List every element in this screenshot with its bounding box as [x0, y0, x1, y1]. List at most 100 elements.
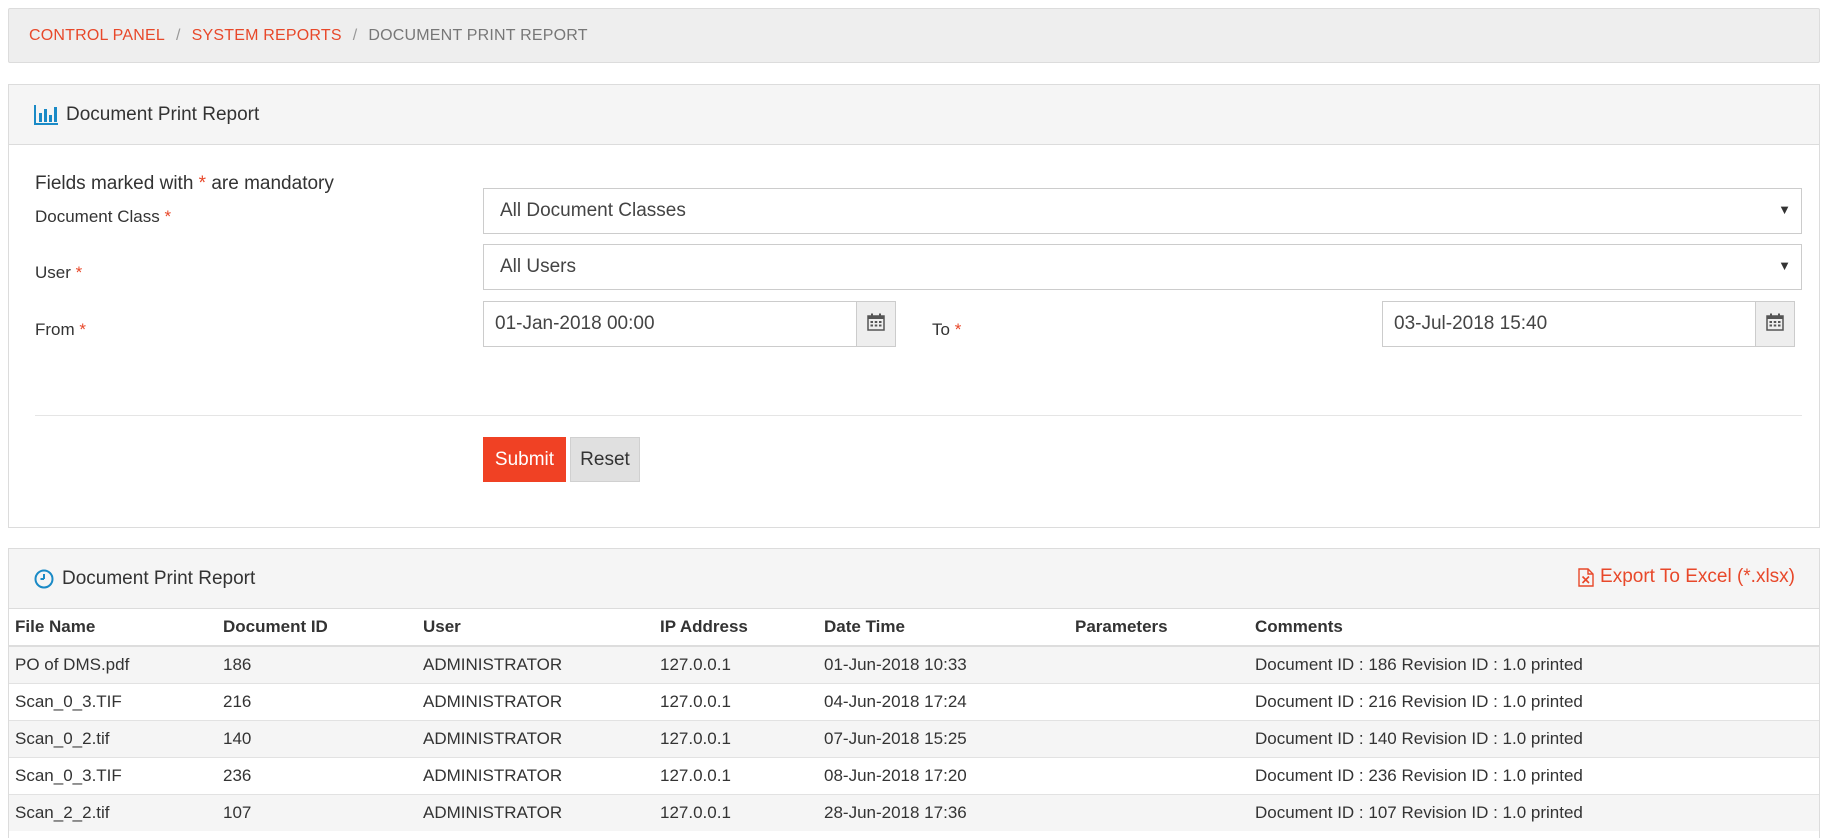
from-calendar-button[interactable]	[856, 301, 896, 347]
cell-user: ADMINISTRATOR	[417, 719, 654, 757]
form-divider	[35, 415, 1802, 416]
breadcrumb: CONTROL PANEL / SYSTEM REPORTS / DOCUMEN…	[8, 8, 1820, 63]
cell-user: ADMINISTRATOR	[417, 793, 654, 831]
cell-file-name: Scan_2_2.tif	[9, 793, 217, 831]
cell-ip-address: 127.0.0.1	[654, 719, 818, 757]
required-star: *	[198, 173, 207, 194]
cell-parameters	[1069, 756, 1249, 794]
cell-comments: Document ID : 236 Revision ID : 1.0 prin…	[1249, 756, 1819, 794]
from-date-group: 01-Jan-2018 00:00	[483, 301, 896, 347]
cell-parameters	[1069, 793, 1249, 831]
cell-user: ADMINISTRATOR	[417, 682, 654, 720]
caret-down-icon: ▼	[1778, 258, 1791, 273]
column-header-parameters[interactable]: Parameters	[1069, 609, 1249, 647]
cell-parameters	[1069, 645, 1249, 683]
cell-document-id: 107	[217, 793, 417, 831]
print-report-table: File Name Document ID User IP Address Date T…	[9, 609, 1819, 831]
table-header-row: File Name Document ID User IP Address Date T…	[9, 609, 1819, 647]
from-label: From *	[35, 320, 86, 340]
cell-comments: Document ID : 140 Revision ID : 1.0 prin…	[1249, 719, 1819, 757]
cell-file-name: PO of DMS.pdf	[9, 645, 217, 683]
caret-down-icon: ▼	[1778, 202, 1791, 217]
cell-date-time: 28-Jun-2018 17:36	[818, 793, 1069, 831]
to-label-text: To	[932, 320, 950, 339]
calendar-icon	[1766, 313, 1784, 336]
column-header-comments[interactable]: Comments	[1249, 609, 1819, 647]
mandatory-note-suffix: are mandatory	[211, 173, 334, 194]
export-excel-link[interactable]: Export To Excel (*.xlsx)	[1578, 566, 1795, 588]
reset-button[interactable]: Reset	[570, 437, 640, 482]
panel-heading: Document Print Report	[9, 85, 1819, 145]
cell-comments: Document ID : 107 Revision ID : 1.0 prin…	[1249, 793, 1819, 831]
cell-document-id: 236	[217, 756, 417, 794]
breadcrumb-separator: /	[175, 26, 181, 44]
column-header-user[interactable]: User	[417, 609, 654, 647]
cell-user: ADMINISTRATOR	[417, 756, 654, 794]
cell-ip-address: 127.0.0.1	[654, 682, 818, 720]
cell-parameters	[1069, 682, 1249, 720]
from-date-value: 01-Jan-2018 00:00	[495, 313, 655, 334]
cell-ip-address: 127.0.0.1	[654, 645, 818, 683]
user-value: All Users	[500, 256, 577, 277]
cell-date-time: 01-Jun-2018 10:33	[818, 645, 1069, 683]
document-class-value: All Document Classes	[500, 200, 686, 221]
table-row[interactable]: PO of DMS.pdf 186 ADMINISTRATOR 127.0.0.1 01…	[9, 645, 1819, 683]
user-label-text: User	[35, 263, 71, 282]
report-results-panel: Document Print Report Export To Excel (*…	[8, 548, 1820, 838]
from-date-input[interactable]: 01-Jan-2018 00:00	[483, 301, 856, 347]
document-class-select[interactable]: All Document Classes ▼	[483, 188, 1802, 234]
column-header-document-id[interactable]: Document ID	[217, 609, 417, 647]
cell-file-name: Scan_0_3.TIF	[9, 756, 217, 794]
cell-date-time: 08-Jun-2018 17:20	[818, 756, 1069, 794]
from-label-text: From	[35, 320, 75, 339]
panel-title: Document Print Report	[66, 103, 260, 125]
calendar-icon	[867, 313, 885, 336]
clock-icon	[34, 569, 54, 589]
column-header-ip-address[interactable]: IP Address	[654, 609, 818, 647]
user-label: User *	[35, 263, 82, 283]
export-excel-label: Export To Excel (*.xlsx)	[1600, 566, 1795, 587]
to-date-input[interactable]: 03-Jul-2018 15:40	[1382, 301, 1755, 347]
excel-file-icon	[1578, 567, 1594, 587]
cell-file-name: Scan_0_3.TIF	[9, 682, 217, 720]
cell-date-time: 04-Jun-2018 17:24	[818, 682, 1069, 720]
submit-button[interactable]: Submit	[483, 437, 566, 482]
required-star: *	[75, 263, 83, 282]
required-star: *	[79, 320, 87, 339]
column-header-file-name[interactable]: File Name	[9, 609, 217, 647]
cell-date-time: 07-Jun-2018 15:25	[818, 719, 1069, 757]
to-date-group: 03-Jul-2018 15:40	[1382, 301, 1795, 347]
to-calendar-button[interactable]	[1755, 301, 1795, 347]
breadcrumb-system-reports[interactable]: SYSTEM REPORTS	[192, 27, 342, 45]
user-select[interactable]: All Users ▼	[483, 244, 1802, 290]
table-row[interactable]: Scan_0_2.tif 140 ADMINISTRATOR 127.0.0.1 07-…	[9, 719, 1819, 757]
mandatory-note-prefix: Fields marked with	[35, 173, 194, 194]
cell-user: ADMINISTRATOR	[417, 645, 654, 683]
table-row[interactable]: Scan_0_3.TIF 236 ADMINISTRATOR 127.0.0.1 08-…	[9, 756, 1819, 794]
to-label: To *	[932, 320, 961, 340]
panel-heading: Document Print Report Export To Excel (*…	[9, 549, 1819, 609]
cell-document-id: 186	[217, 645, 417, 683]
document-class-label-text: Document Class	[35, 207, 160, 226]
table-body: PO of DMS.pdf 186 ADMINISTRATOR 127.0.0.1 01…	[9, 645, 1819, 831]
cell-ip-address: 127.0.0.1	[654, 756, 818, 794]
mandatory-note: Fields marked with * are mandatory	[35, 173, 334, 195]
column-header-date-time[interactable]: Date Time	[818, 609, 1069, 647]
cell-document-id: 216	[217, 682, 417, 720]
to-date-value: 03-Jul-2018 15:40	[1394, 313, 1548, 334]
panel-title: Document Print Report	[62, 567, 256, 589]
table-row[interactable]: Scan_0_3.TIF 216 ADMINISTRATOR 127.0.0.1 04-…	[9, 682, 1819, 720]
required-star: *	[164, 207, 172, 226]
cell-comments: Document ID : 186 Revision ID : 1.0 prin…	[1249, 645, 1819, 683]
bar-chart-icon	[34, 104, 58, 125]
table-row[interactable]: Scan_2_2.tif 107 ADMINISTRATOR 127.0.0.1 28-…	[9, 793, 1819, 831]
required-star: *	[954, 320, 962, 339]
cell-ip-address: 127.0.0.1	[654, 793, 818, 831]
cell-file-name: Scan_0_2.tif	[9, 719, 217, 757]
breadcrumb-current: DOCUMENT PRINT REPORT	[368, 26, 588, 44]
cell-document-id: 140	[217, 719, 417, 757]
breadcrumb-control-panel[interactable]: CONTROL PANEL	[29, 27, 165, 45]
document-class-label: Document Class *	[35, 207, 171, 227]
cell-comments: Document ID : 216 Revision ID : 1.0 prin…	[1249, 682, 1819, 720]
breadcrumb-separator: /	[352, 26, 358, 44]
